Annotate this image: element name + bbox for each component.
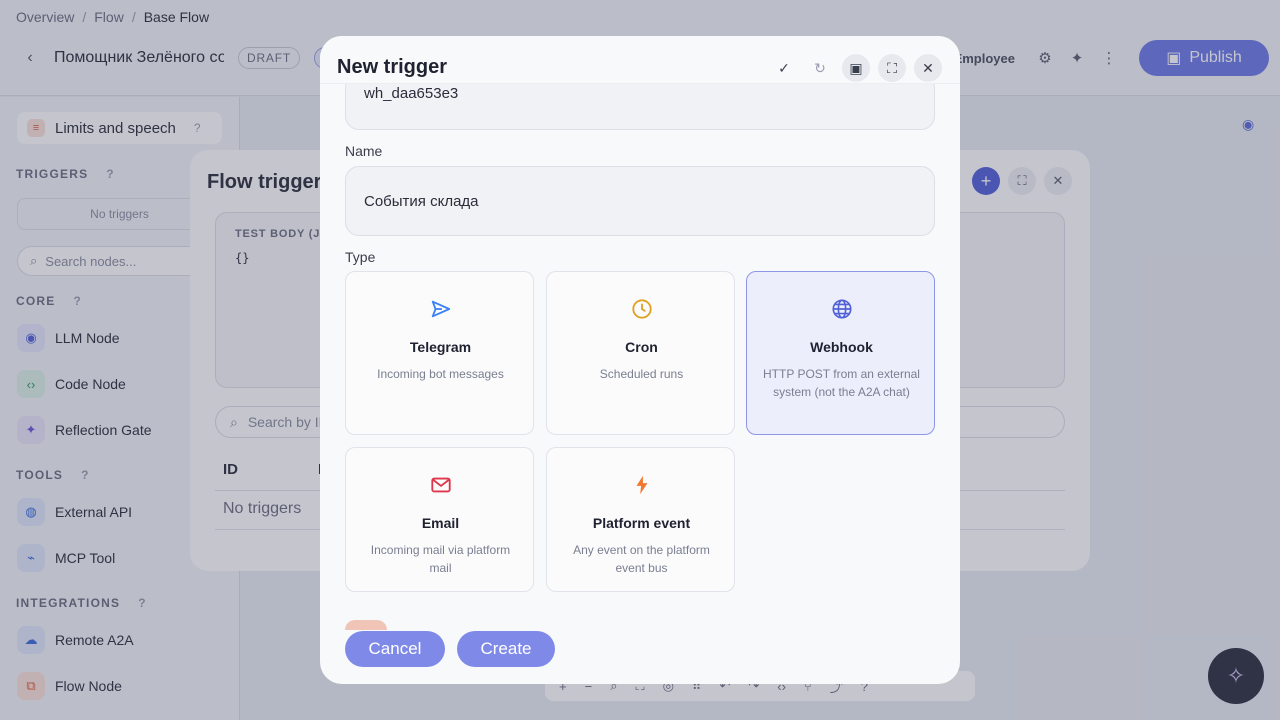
expand-icon[interactable]: ⛶ xyxy=(878,54,906,82)
trigger-type-telegram[interactable]: Telegram Incoming bot messages xyxy=(345,271,534,435)
trigger-name-value: События склада xyxy=(364,192,479,210)
scroll-peek-element xyxy=(345,620,387,630)
type-title: Email xyxy=(421,515,460,531)
type-title: Webhook xyxy=(810,339,873,355)
trigger-type-platform-event[interactable]: Platform event Any event on the platform… xyxy=(546,447,735,592)
trigger-type-cron[interactable]: Cron Scheduled runs xyxy=(546,271,735,435)
type-title: Telegram xyxy=(409,339,472,355)
clock-icon xyxy=(547,298,736,320)
trigger-type-webhook[interactable]: Webhook HTTP POST from an external syste… xyxy=(746,271,935,435)
modal-header-actions: ✓ ↻ ▣ ⛶ ✕ xyxy=(770,54,942,82)
trigger-name-input[interactable]: События склада xyxy=(345,166,935,236)
refresh-icon[interactable]: ↻ xyxy=(806,54,834,82)
save-icon[interactable]: ▣ xyxy=(842,54,870,82)
modal-title: New trigger xyxy=(337,56,448,78)
type-title: Platform event xyxy=(592,515,691,531)
type-description: Incoming bot messages xyxy=(377,367,504,381)
mail-icon xyxy=(346,474,535,496)
modal-header: New trigger ✓ ↻ ▣ ⛶ ✕ xyxy=(320,36,960,83)
type-label: Type xyxy=(345,249,376,265)
globe-icon xyxy=(747,298,936,320)
new-trigger-modal: wh_daa653e3 Name События склада Type Tel… xyxy=(320,36,960,684)
type-description: Scheduled runs xyxy=(599,367,684,381)
check-icon[interactable]: ✓ xyxy=(770,54,798,82)
type-description: Any event on the platform event bus xyxy=(573,543,710,575)
name-label: Name xyxy=(345,143,383,159)
bolt-icon xyxy=(547,474,736,496)
type-title: Cron xyxy=(625,339,658,355)
trigger-id-value: wh_daa653e3 xyxy=(364,85,459,102)
type-description: Incoming mail via platform mail xyxy=(370,543,511,575)
create-button[interactable]: Create xyxy=(457,631,555,667)
cancel-button[interactable]: Cancel xyxy=(345,631,445,667)
close-icon[interactable]: ✕ xyxy=(914,54,942,82)
trigger-type-email[interactable]: Email Incoming mail via platform mail xyxy=(345,447,534,592)
send-icon xyxy=(346,298,535,320)
type-description: HTTP POST from an external system (not t… xyxy=(763,367,920,399)
header-divider xyxy=(320,83,960,84)
